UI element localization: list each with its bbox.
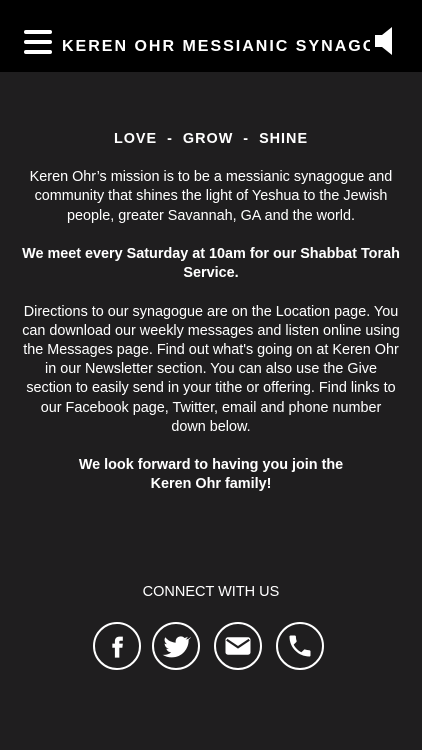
menu-line [24,30,52,34]
meeting-text: We meet every Saturday at 10am for our S… [22,246,400,282]
email-button[interactable] [214,622,262,670]
menu-line [24,50,52,54]
directions-text: Directions to our synagogue are on the L… [22,303,400,435]
twitter-button[interactable] [152,622,200,670]
closing-line-2: Keren Ohr family! [150,476,272,493]
menu-line [24,40,52,44]
speaker-button[interactable] [372,25,396,57]
app-title: KEREN OHR MESSIANIC SYNAGOGUE [62,38,370,55]
twitter-icon [162,636,191,658]
connect-heading: CONNECT WITH US [142,584,280,600]
top-bar: KEREN OHR MESSIANIC SYNAGOGUE [0,0,422,72]
phone-icon [289,635,311,657]
phone-button[interactable] [276,622,324,670]
facebook-button[interactable] [93,622,141,670]
facebook-icon [112,636,123,658]
mission-text: Keren Ohr’s mission is to be a messianic… [29,169,393,224]
main-content: LOVE - GROW - SHINE Keren Ohr’s mission … [22,130,400,495]
speaker-icon [375,27,392,55]
menu-button[interactable] [24,30,52,54]
email-icon [225,637,251,655]
closing-line-1: We look forward to having you join the [78,457,344,474]
tagline: LOVE - GROW - SHINE [113,131,309,147]
